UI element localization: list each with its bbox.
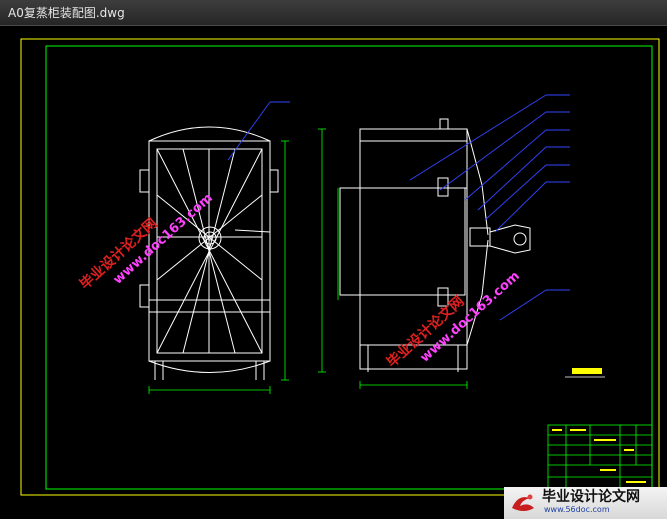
red-swirl-logo-icon xyxy=(512,494,534,511)
drawing-canvas[interactable]: 毕业设计论文网 www.doc163.com 毕业设计论文网 www.doc16… xyxy=(0,26,667,519)
front-view xyxy=(139,126,279,380)
title-bar: A0复蒸柜装配图.dwg xyxy=(0,0,667,26)
footer-logo: 毕业设计论文网 www.56doc.com xyxy=(504,487,667,519)
footer-site-url: www.56doc.com xyxy=(544,505,610,514)
window-title: A0复蒸柜装配图.dwg xyxy=(8,6,125,20)
footer-site-name: 毕业设计论文网 xyxy=(542,489,640,505)
front-view-dimensions xyxy=(148,140,289,394)
cad-viewer-window: A0复蒸柜装配图.dwg 毕业设计论文网 www.doc163.com 毕业设计… xyxy=(0,0,667,519)
yellow-note xyxy=(572,368,602,374)
title-block xyxy=(547,424,653,490)
